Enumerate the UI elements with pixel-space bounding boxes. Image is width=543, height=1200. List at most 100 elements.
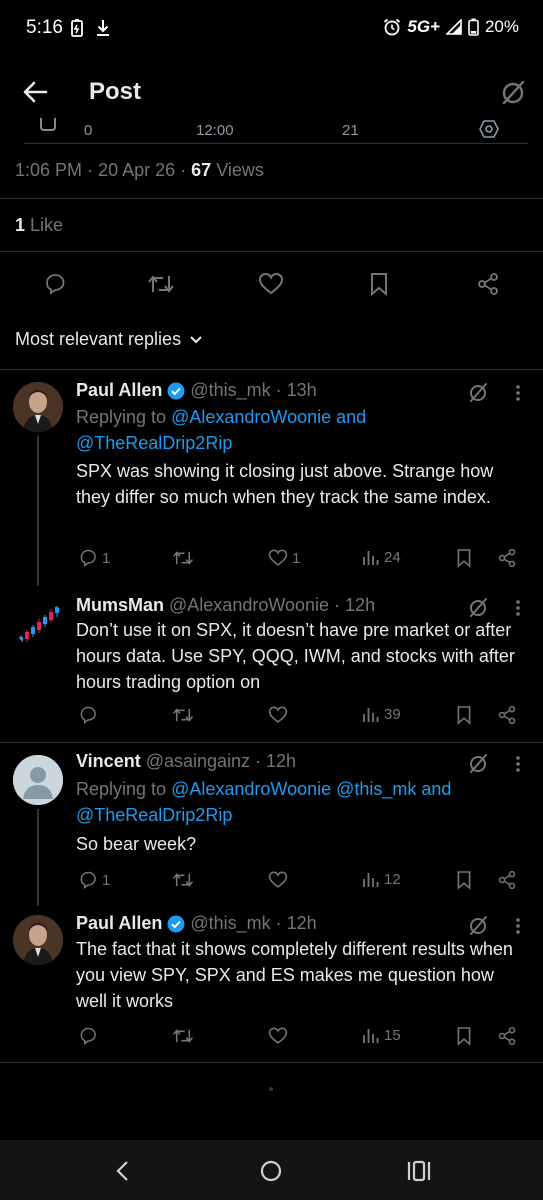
author-handle[interactable]: @AlexandroWoonie bbox=[169, 595, 329, 616]
author-name[interactable]: Vincent bbox=[76, 751, 141, 772]
author-name[interactable]: Paul Allen bbox=[76, 913, 162, 934]
bookmark-icon[interactable] bbox=[369, 272, 389, 296]
reply-text: So bear week? bbox=[76, 834, 197, 854]
share-button[interactable] bbox=[497, 705, 517, 725]
like-button[interactable] bbox=[268, 870, 288, 890]
share-button[interactable] bbox=[497, 1026, 517, 1046]
post-time: 1:06 PM bbox=[15, 160, 83, 180]
repost-button[interactable] bbox=[172, 705, 194, 725]
replying-to: Replying to @AlexandroWoonie and @TheRea… bbox=[76, 407, 367, 453]
mention-link[interactable]: @TheRealDrip2Rip bbox=[76, 433, 232, 453]
battery-saver-icon bbox=[71, 19, 83, 37]
status-bar: 5:16 5G+ 20% bbox=[0, 0, 543, 58]
nav-back-icon[interactable] bbox=[115, 1160, 131, 1182]
reply-item[interactable]: Paul Allen @this_mk · 12h The fact that … bbox=[0, 905, 543, 1062]
more-icon[interactable] bbox=[515, 599, 521, 617]
grok-icon[interactable] bbox=[468, 597, 488, 617]
grok-icon[interactable] bbox=[468, 382, 488, 402]
status-time: 5:16 bbox=[26, 17, 63, 38]
reply-button[interactable] bbox=[78, 1026, 98, 1046]
alarm-icon bbox=[383, 18, 401, 36]
likes-summary[interactable]: 1 Like bbox=[15, 215, 63, 236]
more-icon[interactable] bbox=[515, 755, 521, 773]
author-handle[interactable]: @this_mk bbox=[190, 380, 270, 401]
reply-button[interactable]: 1 bbox=[78, 548, 110, 568]
views-button[interactable]: 24 bbox=[362, 548, 401, 566]
reply-actions: 1 1 24 bbox=[0, 548, 543, 572]
like-button[interactable] bbox=[268, 705, 288, 725]
reply-actions: 15 bbox=[0, 1026, 543, 1050]
avatar[interactable] bbox=[13, 915, 63, 965]
reply-item[interactable]: Vincent @asaingainz · 12h Replying to @A… bbox=[0, 743, 543, 906]
bookmark-button[interactable] bbox=[456, 1026, 472, 1046]
nav-recents-icon[interactable] bbox=[407, 1160, 431, 1182]
like-icon[interactable] bbox=[258, 272, 284, 296]
mention-link[interactable]: @AlexandroWoonie @this_mk and bbox=[171, 779, 451, 799]
settings-hex-icon bbox=[479, 120, 499, 138]
reply-header: Paul Allen @this_mk · 13h bbox=[76, 380, 317, 401]
verified-icon bbox=[167, 382, 185, 400]
reply-header: Paul Allen @this_mk · 12h bbox=[76, 913, 317, 934]
reply-header: MumsMan @AlexandroWoonie · 12h bbox=[76, 595, 376, 616]
repost-button[interactable] bbox=[172, 548, 194, 568]
reply-item[interactable]: MumsMan @AlexandroWoonie · 12h Don’t use… bbox=[0, 585, 543, 742]
views-button[interactable]: 39 bbox=[362, 705, 401, 723]
like-button[interactable] bbox=[268, 1026, 288, 1046]
author-name[interactable]: MumsMan bbox=[76, 595, 164, 616]
reply-header: Vincent @asaingainz · 12h bbox=[76, 751, 297, 772]
author-handle[interactable]: @this_mk bbox=[190, 913, 270, 934]
views-label[interactable]: Views bbox=[216, 160, 264, 180]
reply-sort-dropdown[interactable]: Most relevant replies bbox=[15, 329, 203, 350]
mention-link[interactable]: @TheRealDrip2Rip bbox=[76, 805, 232, 825]
likes-count: 1 bbox=[15, 215, 26, 235]
reply-count: 1 bbox=[102, 871, 111, 889]
repost-icon[interactable] bbox=[147, 272, 175, 296]
share-button[interactable] bbox=[497, 870, 517, 890]
reply-text: Don’t use it on SPX, it doesn’t have pre… bbox=[76, 620, 515, 692]
more-icon[interactable] bbox=[515, 917, 521, 935]
bookmark-button[interactable] bbox=[456, 870, 472, 890]
like-count: 1 bbox=[292, 549, 301, 567]
avatar[interactable] bbox=[13, 755, 63, 805]
repost-button[interactable] bbox=[172, 870, 194, 890]
like-button[interactable]: 1 bbox=[268, 548, 300, 568]
author-name[interactable]: Paul Allen bbox=[76, 380, 162, 401]
views-count[interactable]: 67 bbox=[191, 160, 211, 180]
grok-icon[interactable] bbox=[468, 753, 488, 773]
page-title: Post bbox=[89, 78, 142, 105]
avatar[interactable] bbox=[13, 597, 63, 647]
strip-mid-label: 12:00 bbox=[196, 122, 234, 139]
share-icon[interactable] bbox=[476, 272, 500, 296]
bookmark-button[interactable] bbox=[456, 705, 472, 725]
battery-level: 20% bbox=[484, 17, 519, 36]
post-date: 20 Apr 26 bbox=[98, 160, 176, 180]
back-arrow-icon[interactable] bbox=[22, 79, 48, 105]
reply-button[interactable]: 1 bbox=[78, 870, 110, 890]
views-count: 15 bbox=[384, 1026, 401, 1044]
reply-time: 12h bbox=[286, 913, 317, 933]
square-icon bbox=[40, 118, 56, 132]
reply-icon[interactable] bbox=[43, 272, 67, 296]
grok-icon[interactable] bbox=[500, 79, 526, 105]
views-count: 24 bbox=[384, 548, 401, 566]
avatar[interactable] bbox=[13, 382, 63, 432]
mention-link[interactable]: @AlexandroWoonie and bbox=[171, 407, 366, 427]
grok-icon[interactable] bbox=[468, 915, 488, 935]
reply-button[interactable] bbox=[78, 705, 98, 725]
share-button[interactable] bbox=[497, 548, 517, 568]
repost-button[interactable] bbox=[172, 1026, 194, 1046]
loading-indicator bbox=[269, 1087, 273, 1091]
nav-home-icon[interactable] bbox=[260, 1160, 282, 1182]
reply-actions: 1 12 bbox=[0, 870, 543, 894]
author-handle[interactable]: @asaingainz bbox=[146, 751, 250, 772]
divider bbox=[0, 251, 543, 252]
views-button[interactable]: 12 bbox=[362, 870, 401, 888]
more-icon[interactable] bbox=[515, 384, 521, 402]
divider bbox=[0, 198, 543, 199]
views-button[interactable]: 15 bbox=[362, 1026, 401, 1044]
media-strip[interactable]: 0 12:00 21 bbox=[24, 118, 528, 144]
reply-item[interactable]: Paul Allen @this_mk · 13h Replying to @A… bbox=[0, 370, 543, 586]
bookmark-button[interactable] bbox=[456, 548, 472, 568]
status-right: 5G+ 20% bbox=[383, 17, 519, 37]
battery-icon bbox=[468, 18, 479, 36]
